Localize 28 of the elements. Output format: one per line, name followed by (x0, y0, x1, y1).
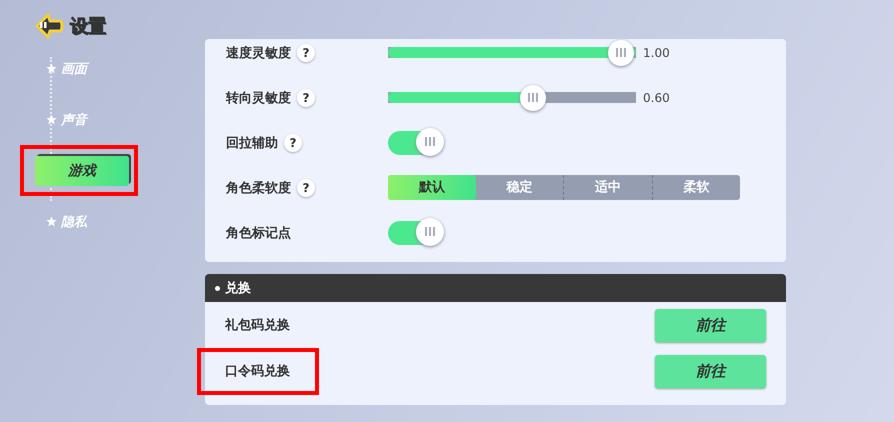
bullet-icon (215, 286, 220, 290)
back-arrow-icon[interactable] (34, 12, 64, 40)
help-icon[interactable]: ? (284, 134, 302, 152)
slider-thumb[interactable] (520, 84, 546, 110)
go-button[interactable]: 前往 (655, 354, 766, 388)
section-title: 兑换 (225, 280, 251, 297)
star-icon (46, 216, 57, 227)
setting-label: 角色标记点 (226, 224, 291, 242)
toggle-switch[interactable] (388, 220, 444, 244)
help-icon[interactable]: ? (297, 88, 315, 106)
setting-label: 角色柔软度 (226, 180, 291, 196)
help-icon[interactable]: ? (297, 178, 315, 196)
slider-value: 1.00 (643, 46, 670, 60)
setting-label: 转向灵敏度 (226, 90, 291, 106)
go-button[interactable]: 前往 (655, 308, 766, 342)
star-icon (46, 63, 57, 74)
sidebar-tab[interactable]: 游戏 (35, 156, 129, 186)
page-title: 设置 (70, 15, 106, 38)
setting-label: 礼包码兑换 (225, 316, 290, 334)
star-icon (46, 114, 57, 125)
toggle-switch[interactable] (388, 130, 444, 154)
setting-label: 回拉辅助 (226, 134, 278, 152)
slider-value: 0.60 (643, 90, 670, 104)
setting-label: 口令码兑换 (225, 363, 290, 380)
help-icon[interactable]: ? (297, 44, 315, 62)
slider-thumb[interactable] (608, 40, 634, 66)
setting-label: 速度灵敏度 (226, 44, 291, 62)
segment-option[interactable]: 默认 (388, 175, 476, 200)
